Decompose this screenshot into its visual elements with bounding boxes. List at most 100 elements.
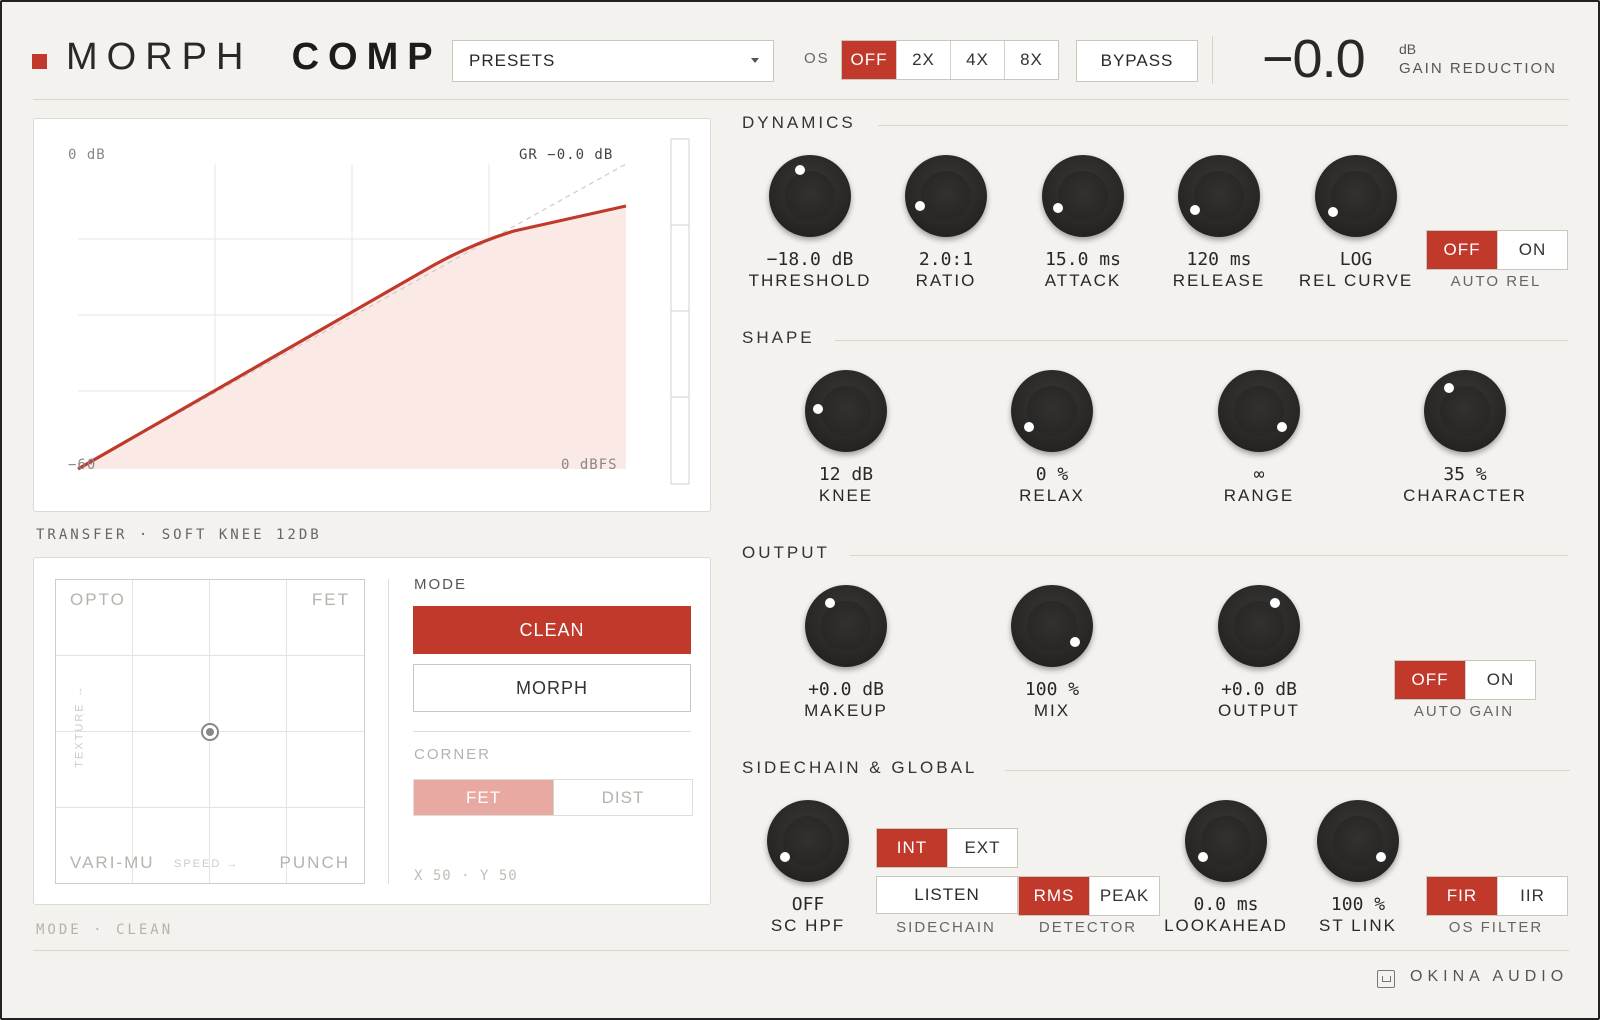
detector-toggle[interactable]: RMS PEAK <box>1018 876 1160 916</box>
graph-gr-readout: GR −0.0 dB <box>519 147 614 163</box>
attack-knob[interactable] <box>1042 155 1124 237</box>
chevron-down-icon <box>751 58 759 63</box>
st-link-knob[interactable] <box>1317 800 1399 882</box>
attack-label: ATTACK <box>1044 271 1122 290</box>
sc-source-toggle-option-1[interactable]: EXT <box>947 829 1017 867</box>
release-label: RELEASE <box>1172 271 1266 290</box>
makeup-knob[interactable] <box>805 585 887 667</box>
footer-divider <box>33 950 1569 951</box>
knob-indicator <box>813 403 824 414</box>
ratio-knob[interactable] <box>905 155 987 237</box>
character-label: CHARACTER <box>1403 486 1527 505</box>
section-output: OUTPUT <box>742 543 830 562</box>
rel-curve-knob[interactable] <box>1315 155 1397 237</box>
mode-clean-button[interactable]: CLEAN <box>413 606 691 654</box>
os-option-2x[interactable]: 2X <box>896 41 950 79</box>
knob-indicator <box>1052 202 1063 213</box>
corner-vari-mu-label: VARI-MU <box>70 853 155 872</box>
output-value: +0.0 dB <box>1221 679 1297 700</box>
relax-knob[interactable] <box>1011 370 1093 452</box>
corner-option-dist[interactable]: DIST <box>553 780 692 815</box>
output-label: OUTPUT <box>1218 701 1300 720</box>
section-sidechain-line <box>1005 770 1570 771</box>
knob-indicator <box>1069 637 1080 648</box>
axis-y-label: TEXTURE → <box>73 684 86 768</box>
mode-status-text: MODE · CLEAN <box>36 922 174 938</box>
detector-toggle-option-1[interactable]: PEAK <box>1089 877 1159 915</box>
os-filter-toggle-option-1[interactable]: IIR <box>1497 877 1567 915</box>
mode-divider <box>413 731 691 732</box>
relax-label: RELAX <box>1019 486 1085 505</box>
section-dynamics-line <box>878 125 1568 126</box>
knee-value: 12 dB <box>818 464 874 485</box>
os-option-8x[interactable]: 8X <box>1004 41 1058 79</box>
listen-button[interactable]: LISTEN <box>876 876 1018 914</box>
mix-label: MIX <box>1033 701 1071 720</box>
knee-knob[interactable] <box>805 370 887 452</box>
lookahead-label: LOOKAHEAD <box>1164 916 1288 935</box>
lookahead-value: 0.0 ms <box>1193 894 1259 915</box>
makeup-label: MAKEUP <box>804 701 888 720</box>
xy-puck-handle[interactable] <box>201 722 219 741</box>
os-option-off[interactable]: OFF <box>842 41 896 79</box>
section-shape-line <box>835 340 1568 341</box>
auto-rel-toggle-option-0[interactable]: OFF <box>1427 231 1497 269</box>
knob-indicator <box>1198 852 1209 863</box>
oversampling-selector[interactable]: OFF 2X 4X 8X <box>841 40 1059 80</box>
section-output-line <box>850 555 1568 556</box>
mode-morph-button[interactable]: MORPH <box>413 664 691 712</box>
sc-hpf-knob[interactable] <box>767 800 849 882</box>
makeup-value: +0.0 dB <box>808 679 884 700</box>
sc-source-toggle[interactable]: INT EXT <box>876 828 1018 868</box>
auto-gain-toggle[interactable]: OFF ON <box>1394 660 1536 700</box>
mix-value: 100 % <box>1024 679 1080 700</box>
corner-selector[interactable]: FET DIST <box>413 779 693 816</box>
presets-label: PRESETS <box>469 51 556 70</box>
auto-gain-toggle-option-1[interactable]: ON <box>1465 661 1535 699</box>
graph-top-left-label: 0 dB <box>68 147 106 163</box>
graph-bottom-right-label: 0 dBFS <box>561 457 618 473</box>
knob-indicator <box>824 598 835 609</box>
section-sidechain: SIDECHAIN & GLOBAL <box>742 758 978 777</box>
knob-indicator <box>780 852 791 863</box>
corner-option-fet[interactable]: FET <box>414 780 553 815</box>
xy-pad[interactable]: OPTO FET VARI-MU PUNCH SPEED → TEXTURE → <box>55 579 365 884</box>
lookahead-knob[interactable] <box>1185 800 1267 882</box>
knob-indicator <box>1270 598 1281 609</box>
header-divider-line <box>33 99 1569 100</box>
auto-rel-toggle-option-1[interactable]: ON <box>1497 231 1567 269</box>
knob-indicator <box>914 200 925 211</box>
knob-indicator <box>1328 207 1339 218</box>
os-filter-toggle[interactable]: FIR IIR <box>1426 876 1568 916</box>
gain-reduction-readout: −0.0 <box>1262 29 1366 89</box>
character-knob[interactable] <box>1424 370 1506 452</box>
brand-logo-icon <box>1377 970 1395 988</box>
auto-rel-toggle[interactable]: OFF ON <box>1426 230 1568 270</box>
axis-x-label: SPEED → <box>174 858 240 870</box>
panel-divider <box>388 579 389 884</box>
character-value: 35 % <box>1443 464 1487 485</box>
release-knob[interactable] <box>1178 155 1260 237</box>
knee-label: KNEE <box>818 486 874 505</box>
os-filter-toggle-option-0[interactable]: FIR <box>1427 877 1497 915</box>
sc-hpf-label: SC HPF <box>770 916 846 935</box>
detector-toggle-option-0[interactable]: RMS <box>1019 877 1089 915</box>
range-knob[interactable] <box>1218 370 1300 452</box>
mode-label: MODE <box>414 576 467 593</box>
threshold-knob[interactable] <box>769 155 851 237</box>
range-label: RANGE <box>1223 486 1295 505</box>
sc-source-toggle-option-0[interactable]: INT <box>877 829 947 867</box>
graph-bottom-left-label: −60 <box>68 457 97 473</box>
bypass-button[interactable]: BYPASS <box>1076 40 1198 82</box>
gain-reduction-label: GAIN REDUCTION <box>1399 60 1558 77</box>
os-label: OS <box>804 50 830 67</box>
st-link-label: ST LINK <box>1319 916 1397 935</box>
sc-hpf-value: OFF <box>791 894 825 915</box>
os-option-4x[interactable]: 4X <box>950 41 1004 79</box>
relax-value: 0 % <box>1035 464 1069 485</box>
mix-knob[interactable] <box>1011 585 1093 667</box>
auto-gain-toggle-option-0[interactable]: OFF <box>1395 661 1465 699</box>
presets-dropdown[interactable]: PRESETS <box>452 40 774 82</box>
morph-panel: OPTO FET VARI-MU PUNCH SPEED → TEXTURE →… <box>33 557 711 905</box>
output-knob[interactable] <box>1218 585 1300 667</box>
